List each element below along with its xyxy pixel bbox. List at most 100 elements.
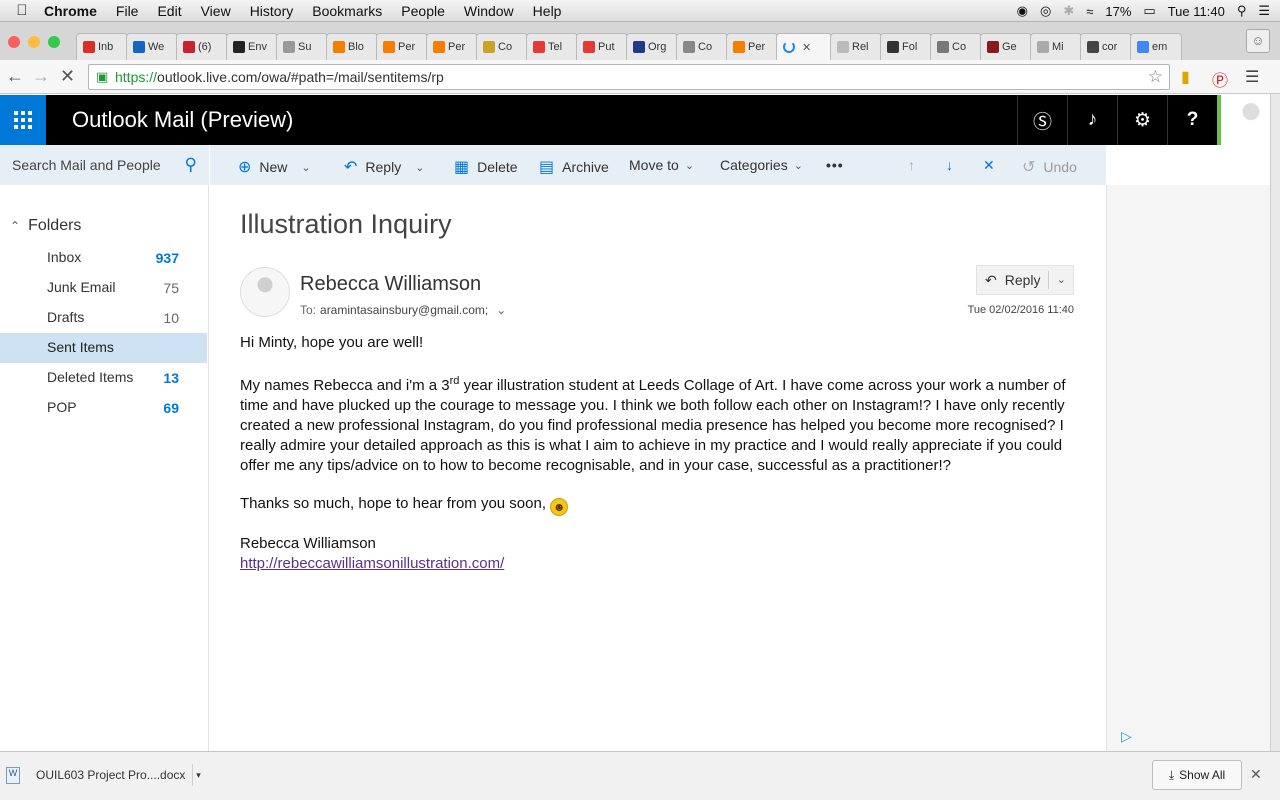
categories-button[interactable]: Categories ⌄: [720, 157, 803, 173]
recipient-address[interactable]: aramintasainsbury@gmail.com;: [320, 303, 488, 317]
sender-avatar[interactable]: [240, 267, 290, 317]
browser-tab[interactable]: Per: [376, 33, 428, 60]
more-actions-button[interactable]: •••: [826, 157, 844, 173]
menu-edit[interactable]: Edit: [157, 3, 181, 19]
chevron-down-icon[interactable]: ⌄: [1057, 273, 1066, 286]
minimize-window-button[interactable]: [28, 36, 40, 48]
browser-tab[interactable]: Org: [626, 33, 678, 60]
menu-bookmarks[interactable]: Bookmarks: [312, 3, 382, 19]
close-message-button[interactable]: ✕: [983, 157, 995, 174]
clock[interactable]: Tue 11:40: [1168, 4, 1225, 19]
chevron-down-icon[interactable]: ⌄: [415, 161, 424, 174]
address-bar[interactable]: ▣ https://outlook.live.com/owa/#path=/ma…: [88, 64, 1170, 90]
new-button[interactable]: ⊕ New ⌄: [238, 157, 311, 177]
next-message-button[interactable]: ↓: [946, 157, 953, 173]
download-filename: OUIL603 Project Pro....docx: [36, 768, 186, 782]
search-box[interactable]: Search Mail and People ⚲: [0, 145, 209, 185]
divider: [1048, 271, 1049, 289]
browser-tab[interactable]: Inb: [76, 33, 128, 60]
bluetooth-icon[interactable]: ✱: [1063, 3, 1074, 19]
browser-tab[interactable]: Per: [726, 33, 778, 60]
menu-history[interactable]: History: [250, 3, 294, 19]
reply-toolbar-button[interactable]: ↶ Reply ⌄: [344, 157, 424, 177]
browser-tab[interactable]: (6): [176, 33, 228, 60]
browser-tab[interactable]: Blo: [326, 33, 378, 60]
expand-recipients-icon[interactable]: ⌄: [496, 303, 506, 317]
extension-icon[interactable]: ▮: [1181, 67, 1190, 87]
folder-item-junk-email[interactable]: Junk Email 75: [0, 273, 207, 303]
browser-tab[interactable]: Rel: [830, 33, 882, 60]
app-launcher-icon[interactable]: [0, 95, 46, 145]
tab-title: Org: [648, 41, 667, 53]
browser-tab[interactable]: ✕: [776, 33, 832, 60]
close-window-button[interactable]: [8, 36, 20, 48]
menu-app-chrome[interactable]: Chrome: [44, 3, 97, 19]
chevron-down-icon[interactable]: ▾: [192, 764, 204, 786]
menu-file[interactable]: File: [116, 3, 139, 19]
folder-item-inbox[interactable]: Inbox 937: [0, 243, 207, 273]
browser-tab[interactable]: Co: [676, 33, 728, 60]
close-tab-icon[interactable]: ✕: [802, 41, 811, 54]
notifications-bell-icon[interactable]: ♪: [1067, 95, 1117, 145]
browser-tab[interactable]: em: [1130, 33, 1182, 60]
folder-item-pop[interactable]: POP 69: [0, 393, 207, 423]
close-download-bar-icon[interactable]: ✕: [1250, 766, 1262, 783]
browser-tab[interactable]: Fol: [880, 33, 932, 60]
browser-tab[interactable]: Put: [576, 33, 628, 60]
move-to-button[interactable]: Move to ⌄: [629, 157, 694, 173]
help-icon[interactable]: ?: [1167, 95, 1217, 145]
menu-view[interactable]: View: [201, 3, 231, 19]
folder-count: 69: [163, 400, 179, 416]
archive-button[interactable]: ▤ Archive: [539, 157, 609, 177]
sync-icon[interactable]: ◎: [1040, 3, 1051, 19]
battery-percent[interactable]: 17%: [1105, 4, 1131, 19]
browser-tab[interactable]: Co: [930, 33, 982, 60]
browser-tab[interactable]: We: [126, 33, 178, 60]
sender-name[interactable]: Rebecca Williamson: [300, 273, 481, 296]
browser-tab[interactable]: Ge: [980, 33, 1032, 60]
chevron-down-icon[interactable]: ⌄: [301, 161, 310, 174]
folders-heading[interactable]: ⌃ Folders: [10, 217, 81, 235]
menu-people[interactable]: People: [401, 3, 445, 19]
chevron-up-icon[interactable]: ⌃: [10, 219, 20, 233]
adchoices-icon[interactable]: ▷: [1121, 728, 1132, 745]
profile-icon[interactable]: ☺: [1246, 29, 1270, 53]
download-item[interactable]: W OUIL603 Project Pro....docx ▾: [6, 762, 204, 788]
notification-center-icon[interactable]: ☰: [1258, 3, 1270, 19]
battery-icon[interactable]: ▭: [1143, 3, 1155, 19]
pinterest-icon[interactable]: Ⓟ: [1212, 67, 1228, 91]
skype-icon[interactable]: Ⓢ: [1017, 95, 1067, 145]
signature-link[interactable]: http://rebeccawilliamsonillustration.com…: [240, 555, 504, 572]
reply-button[interactable]: ↶ Reply ⌄: [976, 265, 1074, 295]
browser-tab[interactable]: Env: [226, 33, 278, 60]
delete-button[interactable]: ▦ Delete: [454, 157, 518, 177]
settings-gear-icon[interactable]: ⚙: [1117, 95, 1167, 145]
creative-cloud-icon[interactable]: ◉: [1017, 3, 1028, 19]
back-arrow-icon[interactable]: ←: [6, 66, 24, 87]
folder-label: Drafts: [47, 309, 85, 325]
browser-tab[interactable]: Su: [276, 33, 328, 60]
stop-loading-icon[interactable]: ✕: [60, 66, 75, 87]
menu-help[interactable]: Help: [533, 3, 562, 19]
folder-item-drafts[interactable]: Drafts 10: [0, 303, 207, 333]
browser-tab[interactable]: Co: [476, 33, 528, 60]
tab-title: Env: [248, 41, 267, 53]
previous-message-button[interactable]: ↑: [908, 157, 915, 173]
chrome-menu-icon[interactable]: ☰: [1245, 67, 1259, 87]
browser-tab[interactable]: Mi: [1030, 33, 1082, 60]
spotlight-search-icon[interactable]: ⚲: [1237, 3, 1247, 19]
apple-icon[interactable]: : [0, 2, 44, 19]
search-icon[interactable]: ⚲: [185, 155, 197, 175]
show-all-downloads-button[interactable]: ⤓ Show All: [1152, 760, 1242, 790]
menu-window[interactable]: Window: [464, 3, 514, 19]
folder-item-deleted-items[interactable]: Deleted Items 13: [0, 363, 207, 393]
zoom-window-button[interactable]: [48, 36, 60, 48]
bookmark-star-icon[interactable]: ☆: [1148, 65, 1163, 89]
forward-arrow-icon[interactable]: →: [32, 66, 50, 87]
browser-tab[interactable]: Per: [426, 33, 478, 60]
browser-tab[interactable]: cor: [1080, 33, 1132, 60]
folder-item-sent-items[interactable]: Sent Items: [0, 333, 207, 363]
browser-tab[interactable]: Tel: [526, 33, 578, 60]
wifi-icon[interactable]: ≈: [1086, 4, 1093, 19]
undo-button[interactable]: ↺ Undo: [1022, 157, 1077, 177]
